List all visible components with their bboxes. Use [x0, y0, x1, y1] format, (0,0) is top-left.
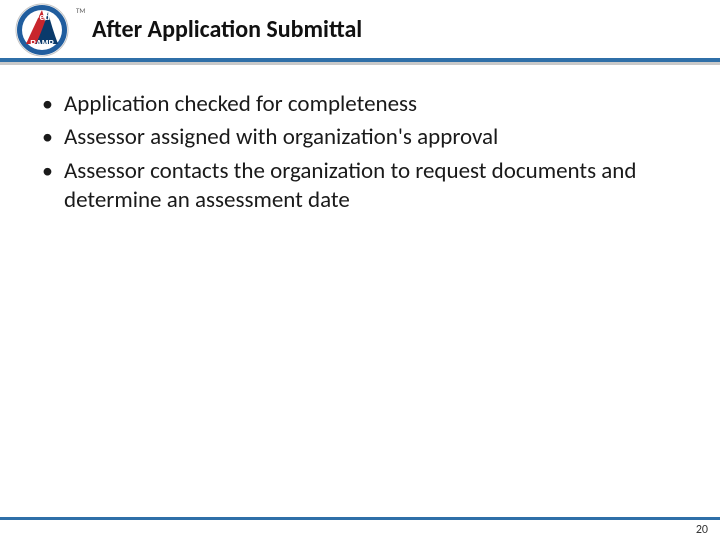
- page-title: After Application Submittal: [92, 15, 362, 44]
- list-item: Assessor contacts the organization to re…: [38, 157, 680, 216]
- content-area: Application checked for completeness Ass…: [38, 90, 680, 220]
- header-divider-shadow: [0, 62, 720, 65]
- bullet-list: Application checked for completeness Ass…: [38, 90, 680, 216]
- fedramp-logo: Fed RAMP: [8, 2, 80, 60]
- list-item: Assessor assigned with organization's ap…: [38, 123, 680, 152]
- slide: Fed RAMP TM After Application Submittal …: [0, 0, 720, 540]
- trademark-symbol: TM: [76, 6, 85, 15]
- list-item: Application checked for completeness: [38, 90, 680, 119]
- header: Fed RAMP TM After Application Submittal: [0, 0, 720, 58]
- svg-text:Fed: Fed: [34, 12, 50, 22]
- page-number: 20: [696, 523, 708, 537]
- footer-divider: [0, 517, 720, 520]
- svg-text:RAMP: RAMP: [30, 39, 54, 48]
